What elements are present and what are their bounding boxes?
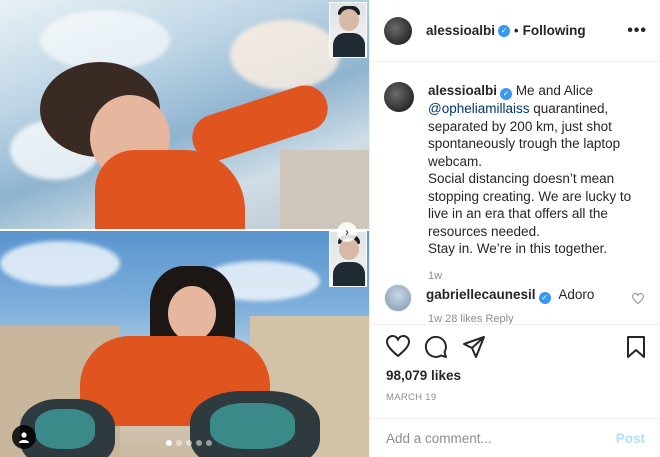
avatar[interactable]: [384, 82, 414, 112]
carousel-dot: [206, 440, 212, 446]
heart-icon[interactable]: [386, 335, 410, 357]
pip-webcam-thumbnail-top: [329, 2, 367, 58]
comment-text: Adoro: [558, 287, 595, 302]
author-username[interactable]: alessioalbi: [426, 23, 495, 38]
comment-composer: Add a comment... Post: [370, 418, 660, 457]
mention-link[interactable]: @opheliamillaiss: [428, 101, 530, 116]
caption-timestamp[interactable]: 1w: [428, 268, 648, 286]
caption-text: Stay in. We’re in this together.: [428, 241, 608, 256]
caption-username[interactable]: alessioalbi: [428, 83, 497, 98]
post-sidebar: alessioalbi ✓ • Following ••• alessioalb…: [369, 0, 660, 457]
chevron-right-icon: ›: [345, 225, 349, 239]
carousel-next-button[interactable]: ›: [337, 222, 357, 242]
avatar[interactable]: [384, 16, 412, 45]
carousel-dots: [166, 440, 212, 446]
caption-text: Me and Alice: [515, 83, 594, 98]
post-media[interactable]: ›: [0, 0, 369, 457]
like-count[interactable]: 98,079 likes: [386, 368, 461, 383]
verified-icon: ✓: [498, 24, 511, 37]
following-button[interactable]: Following: [523, 23, 586, 38]
carousel-dot: [166, 440, 172, 446]
user-tag-icon: [19, 432, 29, 443]
actions-section: 98,079 likes MARCH 19 Add a comment... P…: [370, 324, 660, 457]
comment-input[interactable]: Add a comment...: [386, 431, 492, 446]
heart-icon[interactable]: [632, 293, 644, 304]
caption: alessioalbi ✓ Me and Alice @opheliamillai…: [384, 82, 648, 285]
carousel-dot: [186, 440, 192, 446]
carousel-dot: [196, 440, 202, 446]
carousel-dot: [176, 440, 182, 446]
action-icons: [384, 335, 648, 361]
photo-top-frame: [0, 0, 369, 230]
caption-text: Social distancing doesn’t mean stopping …: [428, 171, 632, 239]
avatar[interactable]: [384, 284, 412, 312]
post-date[interactable]: MARCH 19: [386, 392, 436, 403]
share-icon[interactable]: [462, 335, 486, 359]
photo-bottom-frame: [0, 231, 369, 457]
verified-icon: ✓: [500, 88, 513, 100]
verified-icon: ✓: [538, 292, 551, 304]
post-header: alessioalbi ✓ • Following •••: [370, 0, 660, 62]
comment-icon[interactable]: [424, 335, 448, 359]
user-tag-button[interactable]: [12, 425, 36, 449]
more-icon[interactable]: •••: [627, 22, 647, 40]
post-comment-button[interactable]: Post: [616, 431, 645, 446]
comment-username[interactable]: gabriellecaunesil: [426, 287, 536, 302]
comment-item: gabriellecaunesil ✓ Adoro: [384, 284, 654, 312]
bookmark-icon[interactable]: [626, 335, 646, 359]
header-separator: •: [514, 23, 519, 38]
